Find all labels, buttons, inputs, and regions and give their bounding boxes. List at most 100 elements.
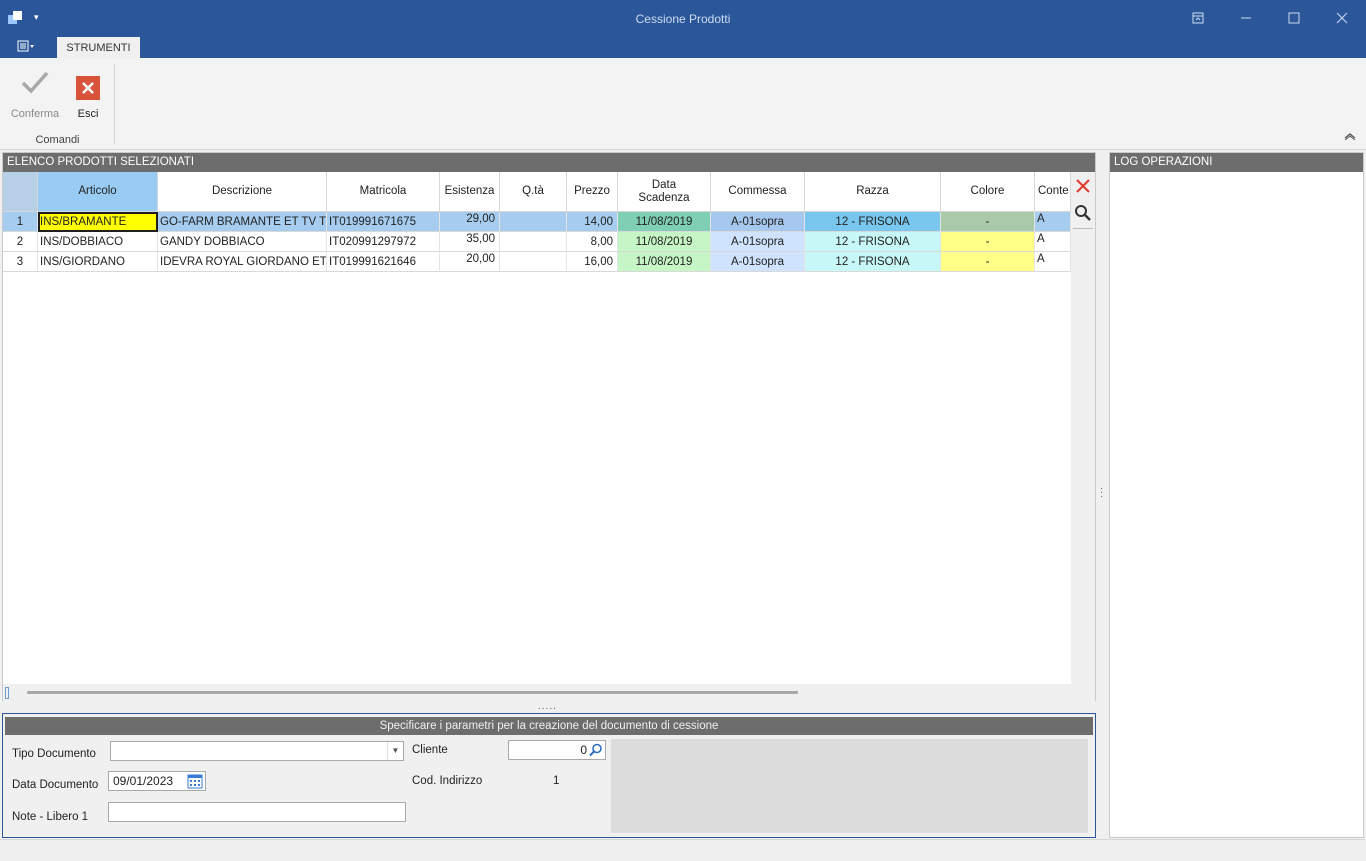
cell-articolo[interactable]: INS/GIORDANO <box>38 252 158 272</box>
cell-qta[interactable] <box>500 252 567 272</box>
cell-articolo[interactable]: INS/BRAMANTE <box>38 212 158 232</box>
cell-qta[interactable] <box>500 232 567 252</box>
col-header-articolo[interactable]: Articolo <box>38 172 158 212</box>
horizontal-splitter[interactable]: ..... <box>538 702 557 712</box>
grid-side-toolbar <box>1071 172 1095 702</box>
cell-qta[interactable] <box>500 212 567 232</box>
col-header-conte[interactable]: Conte <box>1035 172 1071 212</box>
checkmark-icon <box>21 71 49 94</box>
cell-prezzo[interactable]: 14,00 <box>567 212 618 232</box>
log-panel-title: LOG OPERAZIONI <box>1110 153 1363 172</box>
cell-colore[interactable]: - <box>941 212 1035 232</box>
col-header-qta[interactable]: Q.tà <box>500 172 567 212</box>
cell-descrizione[interactable]: IDEVRA ROYAL GIORDANO ET TV TL <box>158 252 327 272</box>
cell-conte[interactable]: A <box>1035 232 1071 252</box>
tipo-documento-select[interactable]: ▼ <box>110 741 404 761</box>
ribbon-separator <box>114 64 115 144</box>
ribbon: Conferma Esci Comandi <box>0 58 1366 150</box>
cliente-input[interactable]: 0 <box>508 740 606 760</box>
data-documento-input[interactable]: 09/01/2023 <box>108 771 206 791</box>
cell-commessa[interactable]: A-01sopra <box>711 212 805 232</box>
data-documento-label: Data Documento <box>12 779 99 791</box>
row-number: 1 <box>3 212 38 232</box>
cell-matricola[interactable]: IT019991621646 <box>327 252 440 272</box>
scroll-start-marker[interactable] <box>5 687 9 699</box>
close-icon[interactable] <box>1332 8 1352 28</box>
cell-commessa[interactable]: A-01sopra <box>711 252 805 272</box>
products-panel-title: ELENCO PRODOTTI SELEZIONATI <box>3 153 1095 172</box>
grid-corner-select-all[interactable] <box>3 172 38 212</box>
maximize-icon[interactable] <box>1284 8 1304 28</box>
exit-x-icon <box>76 76 100 100</box>
cell-esistenza[interactable]: 20,00 <box>440 252 500 272</box>
vertical-splitter[interactable]: · · · <box>1100 484 1103 502</box>
col-header-data-scadenza[interactable]: Data Scadenza <box>618 172 711 212</box>
tab-strumenti[interactable]: STRUMENTI <box>57 37 140 58</box>
title-bar: ▾ Cessione Prodotti <box>0 0 1366 37</box>
restore-layout-icon[interactable] <box>1188 8 1208 28</box>
cell-articolo[interactable]: INS/DOBBIACO <box>38 232 158 252</box>
ribbon-group-label: Comandi <box>35 134 80 146</box>
cell-razza[interactable]: 12 - FRISONA <box>805 252 941 272</box>
confirm-label: Conferma <box>10 108 60 120</box>
row-number: 2 <box>3 232 38 252</box>
search-icon[interactable] <box>589 743 603 757</box>
chevron-down-icon[interactable]: ▼ <box>387 742 403 760</box>
cell-prezzo[interactable]: 16,00 <box>567 252 618 272</box>
cell-conte[interactable]: A <box>1035 212 1071 232</box>
minimize-icon[interactable] <box>1236 8 1256 28</box>
col-header-commessa[interactable]: Commessa <box>711 172 805 212</box>
cell-razza[interactable]: 12 - FRISONA <box>805 212 941 232</box>
note-label: Note - Libero 1 <box>12 811 89 823</box>
calendar-icon[interactable] <box>187 773 203 789</box>
col-header-prezzo[interactable]: Prezzo <box>567 172 618 212</box>
cell-colore[interactable]: - <box>941 232 1035 252</box>
status-bar <box>0 839 1366 861</box>
data-documento-value: 09/01/2023 <box>113 774 174 788</box>
cell-data-scadenza[interactable]: 11/08/2019 <box>618 232 711 252</box>
file-menu-button[interactable] <box>14 39 42 56</box>
note-input[interactable] <box>108 802 406 822</box>
address-preview-box <box>611 739 1088 833</box>
collapse-ribbon-icon[interactable] <box>1344 132 1356 143</box>
cell-descrizione[interactable]: GANDY DOBBIACO <box>158 232 327 252</box>
delete-row-icon[interactable] <box>1075 178 1091 194</box>
exit-label: Esci <box>77 108 99 120</box>
cell-data-scadenza[interactable]: 11/08/2019 <box>618 212 711 232</box>
col-header-descrizione[interactable]: Descrizione <box>158 172 327 212</box>
cell-descrizione[interactable]: GO-FARM BRAMANTE ET TV TL TY <box>158 212 327 232</box>
col-header-colore[interactable]: Colore <box>941 172 1035 212</box>
cell-esistenza[interactable]: 35,00 <box>440 232 500 252</box>
exit-button[interactable]: Esci <box>62 66 114 120</box>
log-panel: LOG OPERAZIONI <box>1109 152 1364 838</box>
window-title: Cessione Prodotti <box>635 12 731 26</box>
params-banner: Specificare i parametri per la creazione… <box>5 717 1093 735</box>
menu-list-icon <box>17 40 34 52</box>
cell-razza[interactable]: 12 - FRISONA <box>805 232 941 252</box>
cell-matricola[interactable]: IT020991297972 <box>327 232 440 252</box>
cliente-value: 0 <box>580 743 587 757</box>
horizontal-scrollbar[interactable] <box>3 684 1071 702</box>
cell-colore[interactable]: - <box>941 252 1035 272</box>
col-header-esistenza[interactable]: Esistenza <box>440 172 500 212</box>
col-header-matricola[interactable]: Matricola <box>327 172 440 212</box>
cell-conte[interactable]: A <box>1035 252 1071 272</box>
row-number: 3 <box>3 252 38 272</box>
confirm-button[interactable]: Conferma <box>9 66 61 120</box>
cell-matricola[interactable]: IT019991671675 <box>327 212 440 232</box>
cod-indirizzo-label: Cod. Indirizzo <box>412 775 483 787</box>
cell-data-scadenza[interactable]: 11/08/2019 <box>618 252 711 272</box>
cell-commessa[interactable]: A-01sopra <box>711 232 805 252</box>
toolbar-divider <box>1073 228 1093 229</box>
tipo-documento-label: Tipo Documento <box>12 748 96 760</box>
ribbon-tab-row: STRUMENTI <box>0 37 1366 58</box>
products-panel: ELENCO PRODOTTI SELEZIONATI Articolo Des… <box>2 152 1096 702</box>
col-header-razza[interactable]: Razza <box>805 172 941 212</box>
search-icon[interactable] <box>1074 204 1092 222</box>
scrollbar-thumb[interactable] <box>27 691 798 694</box>
cell-prezzo[interactable]: 8,00 <box>567 232 618 252</box>
cliente-label: Cliente <box>412 744 448 756</box>
params-panel: Specificare i parametri per la creazione… <box>2 713 1096 838</box>
cell-esistenza[interactable]: 29,00 <box>440 212 500 232</box>
cod-indirizzo-value: 1 <box>553 775 560 787</box>
